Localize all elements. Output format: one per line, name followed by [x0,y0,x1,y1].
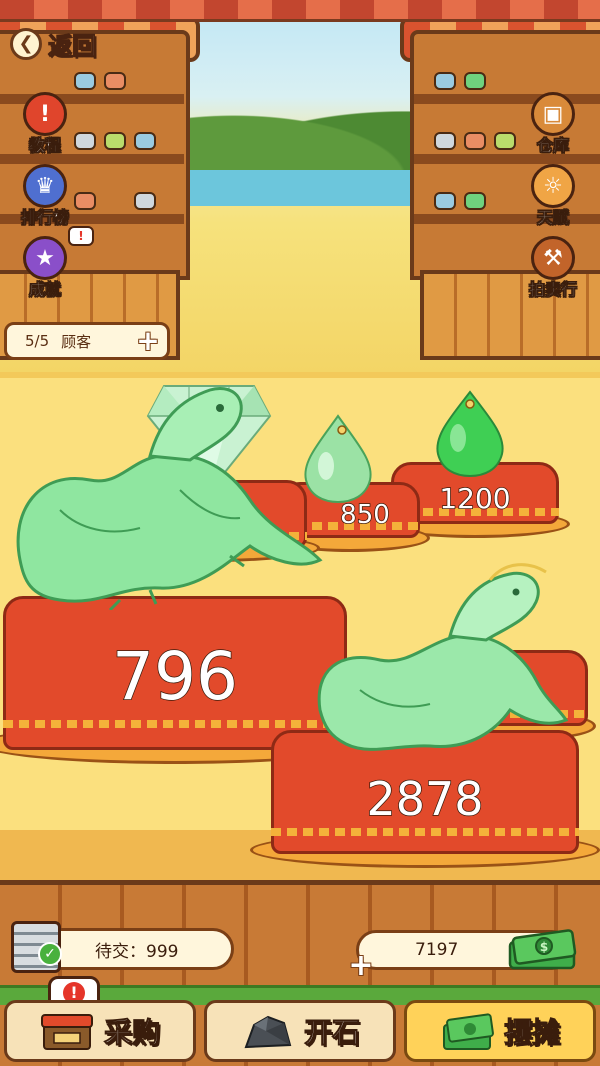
money-value: 7197 [415,940,459,960]
star-medal-icon: ★ [23,236,67,280]
talent-button[interactable]: ☼ 天赋 [512,164,594,228]
cash-stack-icon: $ [508,929,577,970]
warehouse-label: 仓库 [536,136,570,156]
shop-icon [40,1014,93,1050]
customer-count: 5/5 [25,332,50,350]
leaderboard-button[interactable]: ♛ 排行榜 [4,164,86,228]
cat-icon: ☼ [531,164,575,208]
svg-text:$: $ [540,940,548,954]
tab-stall[interactable]: 摆摊 [404,1000,596,1062]
back-button[interactable]: ❮ 返回 [10,26,97,61]
jade-dragon-small-icon[interactable] [310,560,570,760]
check-icon: ✓ [38,942,62,966]
tab-buy[interactable]: 采购 [4,1000,196,1062]
pending-label: 待交：999 [95,941,179,962]
achievements-alert-badge: ! [68,226,94,246]
top-awning [0,0,600,22]
warehouse-button[interactable]: ▣ 仓库 [512,92,594,156]
customer-label: 顾客 [61,332,92,351]
auction-label: 拍卖行 [528,280,578,300]
trophy-icon: ♛ [23,164,67,208]
tutorial-label: 教程 [28,136,62,156]
customer-counter: 5/5 顾客 + [4,322,170,360]
jade-dragon-large-icon[interactable] [0,360,330,610]
tab-open-stone-label: 开石 [303,1016,360,1050]
rock-icon [244,1015,292,1049]
backpack-icon: ▣ [531,92,575,136]
talent-label: 天赋 [536,208,570,228]
back-arrow-icon: ❮ [10,27,42,60]
clipboard-icon: ✓ [11,921,62,973]
gavel-icon: ⚒ [531,236,575,280]
cash-icon [442,1013,494,1050]
exclamation-icon: ! [23,92,67,136]
tab-stall-label: 摆摊 [503,1016,560,1050]
pending-orders[interactable]: ✓ 待交：999 [11,921,234,973]
add-money-button[interactable]: + [346,951,376,982]
tab-buy-label: 采购 [103,1016,160,1050]
jade-drop-green-icon[interactable] [430,388,510,478]
add-customer-button[interactable]: + [135,327,161,355]
price-label: 2878 [366,771,485,827]
leaderboard-label: 排行榜 [20,208,70,228]
auction-button[interactable]: ⚒ 拍卖行 [512,236,594,300]
achievements-label: 成就 [28,280,62,300]
tutorial-button[interactable]: ! 教程 [4,92,86,156]
tab-open-stone[interactable]: 开石 [204,1000,396,1062]
back-label: 返回 [48,32,97,61]
